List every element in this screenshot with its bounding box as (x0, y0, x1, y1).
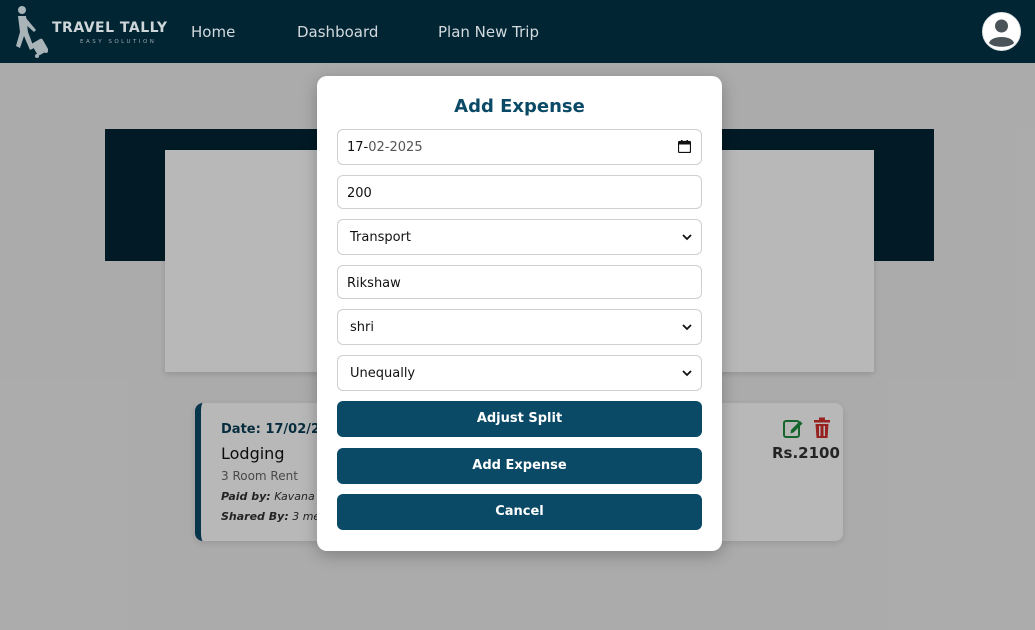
brand-logo[interactable]: TRAVEL TALLY EASY SOLUTION (12, 4, 167, 60)
chevron-down-icon (682, 234, 692, 241)
user-avatar-icon[interactable] (981, 11, 1022, 52)
chevron-down-icon (682, 370, 692, 377)
amount-value: 200 (347, 186, 372, 201)
adjust-split-button[interactable]: Adjust Split (337, 401, 702, 437)
date-month: 02 (368, 140, 385, 155)
traveler-icon (16, 6, 48, 58)
description-value: Rikshaw (347, 276, 401, 291)
payer-value: shri (350, 320, 374, 335)
split-value: Unequally (350, 366, 416, 381)
add-expense-modal: Add Expense 17-02-2025 200 Transport Rik… (317, 76, 722, 551)
nav-dashboard[interactable]: Dashboard (297, 23, 378, 41)
brand-title: TRAVEL TALLY (52, 20, 168, 36)
category-select[interactable]: Transport (337, 219, 702, 255)
nav-home[interactable]: Home (191, 23, 235, 41)
description-input[interactable]: Rikshaw (337, 265, 702, 299)
brand-subtitle: EASY SOLUTION (80, 39, 157, 45)
add-expense-button[interactable]: Add Expense (337, 448, 702, 484)
date-input[interactable]: 17-02-2025 (337, 129, 702, 165)
paid-by-select[interactable]: shri (337, 309, 702, 345)
calendar-icon[interactable] (678, 140, 691, 153)
nav-plan-new-trip[interactable]: Plan New Trip (438, 23, 539, 41)
amount-input[interactable]: 200 (337, 175, 702, 209)
split-type-select[interactable]: Unequally (337, 355, 702, 391)
date-year: 2025 (389, 140, 423, 155)
modal-title: Add Expense (454, 96, 585, 117)
category-value: Transport (350, 230, 412, 245)
cancel-button[interactable]: Cancel (337, 494, 702, 530)
top-navbar: TRAVEL TALLY EASY SOLUTION Home Dashboar… (0, 0, 1035, 63)
chevron-down-icon (682, 324, 692, 331)
date-value: 17-02-2025 (347, 140, 423, 155)
date-day: 17 (347, 140, 364, 155)
